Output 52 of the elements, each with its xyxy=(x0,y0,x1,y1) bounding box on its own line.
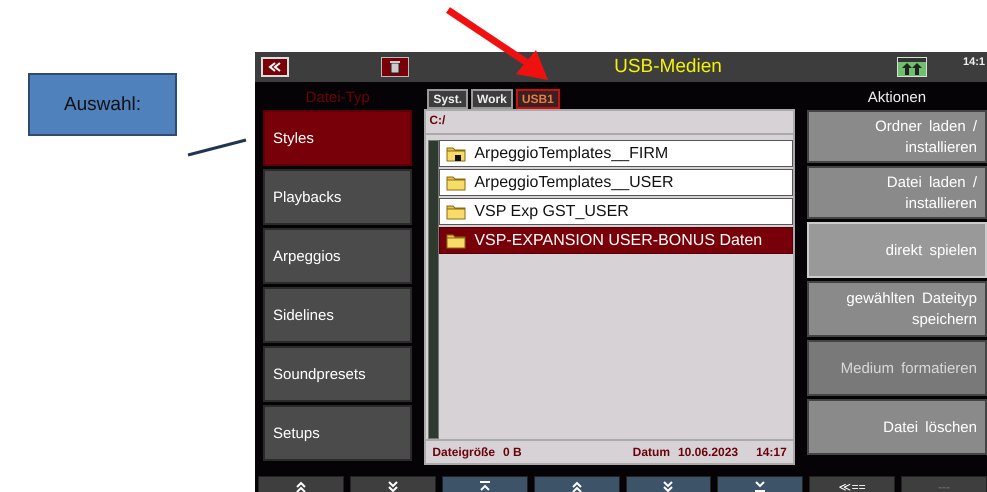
folder-icon xyxy=(446,232,466,249)
folder-name: ArpeggioTemplates__USER xyxy=(474,174,674,192)
file-type-button[interactable]: Arpeggios xyxy=(263,228,412,284)
scrollbar[interactable] xyxy=(428,140,440,439)
folder-name: VSP Exp GST_USER xyxy=(474,202,629,220)
double-up-icon xyxy=(570,480,583,492)
nav-button[interactable]: ≪== xyxy=(809,476,896,492)
folder-row[interactable]: VSP Exp GST_USER xyxy=(439,198,793,225)
file-type-button[interactable]: Setups xyxy=(263,405,412,461)
folder-icon xyxy=(446,174,466,191)
locked-folder-icon xyxy=(446,145,466,162)
source-tab[interactable]: Syst. xyxy=(427,89,468,109)
scroll-button[interactable] xyxy=(258,476,344,492)
clock: 14:1 xyxy=(963,56,986,68)
source-tab[interactable]: Work xyxy=(471,89,513,109)
shift-icon[interactable] xyxy=(897,57,927,77)
scroll-button[interactable] xyxy=(626,476,712,492)
scroll-button[interactable] xyxy=(442,476,528,492)
folder-row[interactable]: ArpeggioTemplates__USER xyxy=(439,169,793,196)
date-value: 10.06.2023 xyxy=(678,445,738,459)
double-down-icon xyxy=(386,480,399,492)
folder-name: ArpeggioTemplates__FIRM xyxy=(474,144,668,162)
source-tab[interactable]: USB1 xyxy=(516,89,560,109)
callout-label: Auswahl: xyxy=(28,73,177,136)
screen-title: USB-Medien xyxy=(613,56,723,78)
date-label: Datum xyxy=(632,445,670,459)
trash-icon xyxy=(390,60,400,74)
column-header: Datei-Typ xyxy=(304,88,371,108)
back-button[interactable] xyxy=(261,57,289,77)
scroll-button[interactable] xyxy=(534,476,620,492)
size-label: Dateigröße xyxy=(432,445,496,459)
double-up-icon xyxy=(294,480,307,492)
folder-row[interactable]: ArpeggioTemplates__FIRM xyxy=(439,140,793,167)
column-header: Aktionen xyxy=(866,88,928,108)
file-type-button[interactable]: Styles xyxy=(263,110,412,166)
back-icon xyxy=(268,62,282,72)
folder-icon xyxy=(446,203,466,220)
scroll-button[interactable] xyxy=(350,476,436,492)
folder-name: VSP-EXPANSION USER-BONUS Daten xyxy=(474,232,762,250)
folder-row[interactable]: VSP-EXPANSION USER-BONUS Daten xyxy=(439,227,793,254)
time-value: 14:17 xyxy=(756,445,787,459)
scroll-button[interactable] xyxy=(717,476,804,492)
path-label: C:/ xyxy=(426,111,793,135)
file-type-button[interactable]: Soundpresets xyxy=(263,346,412,402)
to-bottom-icon xyxy=(754,481,766,492)
double-down-icon xyxy=(662,480,674,492)
trash-button[interactable] xyxy=(381,57,409,77)
to-top-icon xyxy=(478,481,491,492)
file-type-button[interactable]: Sidelines xyxy=(263,287,412,343)
size-value: 0 B xyxy=(503,445,522,459)
leader-line xyxy=(186,136,248,158)
file-type-button[interactable]: Playbacks xyxy=(263,169,412,225)
